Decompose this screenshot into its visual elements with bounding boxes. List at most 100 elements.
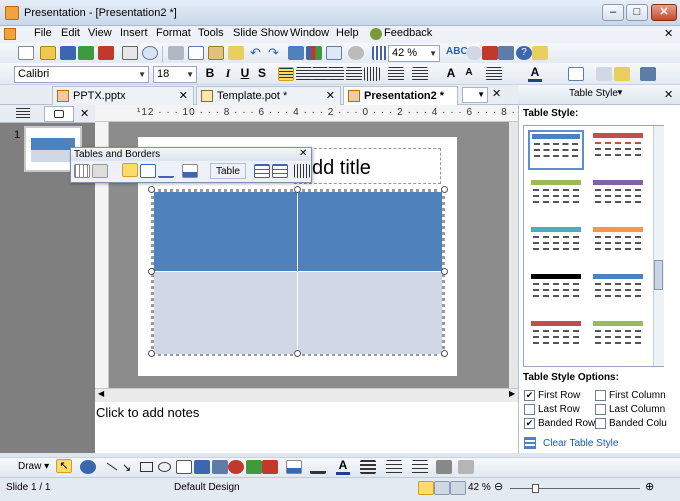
spellcheck-icon[interactable]: ABC: [446, 46, 468, 60]
bold-button[interactable]: B: [203, 66, 217, 80]
vertical-scrollbar[interactable]: [509, 122, 518, 388]
redo-icon[interactable]: ↷: [268, 46, 284, 60]
style-swatch-blue[interactable]: [528, 130, 584, 170]
pdf-icon[interactable]: [98, 46, 114, 60]
insert-chart-icon[interactable]: [306, 46, 322, 60]
outline-view-icon[interactable]: [16, 108, 30, 120]
grid-icon[interactable]: [372, 46, 388, 60]
resize-handle[interactable]: [441, 350, 448, 357]
draw-menu-button[interactable]: Draw ▾: [18, 461, 49, 472]
resize-handle[interactable]: [441, 268, 448, 275]
insert-row-icon[interactable]: [254, 164, 270, 178]
menu-window[interactable]: Window: [290, 27, 329, 39]
resize-handle[interactable]: [148, 268, 155, 275]
ellipse-icon[interactable]: [158, 462, 171, 472]
bullet-list-icon[interactable]: [412, 67, 428, 81]
slide-sorter-icon[interactable]: [434, 481, 450, 495]
zoom-slider-thumb[interactable]: [532, 484, 539, 493]
help-icon[interactable]: ?: [516, 46, 532, 60]
draw-table-icon[interactable]: [74, 164, 90, 178]
fill-color-icon[interactable]: [182, 164, 198, 178]
export-icon[interactable]: [78, 46, 94, 60]
maximize-button[interactable]: □: [626, 4, 648, 21]
dash-style-icon[interactable]: [386, 460, 402, 474]
font-name-combo[interactable]: Calibri ▼: [14, 66, 149, 83]
picture-icon[interactable]: [262, 460, 278, 474]
zoom-in-icon[interactable]: ⊕: [645, 480, 654, 493]
justify-icon[interactable]: [328, 67, 344, 81]
style-swatch-blue-outline[interactable]: [590, 271, 646, 311]
style-swatch-green[interactable]: [528, 177, 584, 217]
underline-button[interactable]: U: [238, 66, 252, 80]
menu-edit[interactable]: Edit: [61, 27, 80, 39]
tab-list-dropdown[interactable]: ▼: [462, 87, 488, 103]
italic-button[interactable]: I: [221, 66, 235, 81]
open-icon[interactable]: [40, 46, 56, 60]
close-task-pane-icon[interactable]: ✕: [664, 88, 673, 101]
print-icon[interactable]: [122, 46, 138, 60]
eraser-icon[interactable]: [92, 164, 108, 178]
shadow-button[interactable]: S: [255, 66, 269, 80]
first-row-checkbox[interactable]: ✔: [524, 390, 535, 401]
style-swatch-red-outline[interactable]: [528, 318, 584, 358]
menu-file[interactable]: File: [34, 27, 52, 39]
horizontal-scrollbar[interactable]: [95, 388, 518, 402]
line-spacing-icon[interactable]: [486, 67, 502, 81]
close-pane-icon[interactable]: ✕: [80, 107, 89, 120]
menu-help[interactable]: Help: [336, 27, 359, 39]
slides-view-tab[interactable]: [44, 106, 74, 122]
style-swatch-purple[interactable]: [590, 177, 646, 217]
style-swatch-aqua[interactable]: [528, 224, 584, 264]
undo-icon[interactable]: ↶: [250, 46, 266, 60]
table-style-icon[interactable]: [568, 67, 584, 81]
delete-row-icon[interactable]: [272, 164, 288, 178]
close-button[interactable]: ✕: [651, 4, 677, 21]
slideshow-view-icon[interactable]: [450, 481, 466, 495]
style-swatch-black[interactable]: [528, 271, 584, 311]
scroll-left-icon[interactable]: ◀: [98, 389, 104, 398]
distribute-icon[interactable]: [346, 67, 362, 81]
last-column-checkbox[interactable]: [595, 404, 606, 415]
slide-layout-icon[interactable]: [640, 67, 656, 81]
font-size-combo[interactable]: 18 ▼: [153, 66, 197, 83]
last-row-checkbox[interactable]: [524, 404, 535, 415]
menu-insert[interactable]: Insert: [120, 27, 148, 39]
home-icon[interactable]: [482, 46, 498, 60]
close-tab-icon[interactable]: ✕: [326, 89, 335, 102]
preview-icon[interactable]: [142, 46, 158, 60]
resize-handle[interactable]: [148, 350, 155, 357]
style-swatch-red[interactable]: [590, 130, 646, 170]
align-left-icon[interactable]: [278, 67, 294, 81]
rectangle-icon[interactable]: [140, 462, 153, 472]
clipart-icon[interactable]: [246, 460, 262, 474]
banded-rows-checkbox[interactable]: ✔: [524, 418, 535, 429]
resize-handle[interactable]: [294, 350, 301, 357]
grow-font-button[interactable]: A: [444, 66, 458, 80]
normal-view-icon[interactable]: [418, 481, 434, 495]
3d-icon[interactable]: [458, 460, 474, 474]
close-document-icon[interactable]: ✕: [664, 27, 673, 40]
arrow-style-icon[interactable]: [412, 460, 428, 474]
gallery-scroll-thumb[interactable]: [654, 260, 663, 290]
shadow-icon[interactable]: [436, 460, 452, 474]
paste-icon[interactable]: [208, 46, 224, 60]
tab-presentation2[interactable]: Presentation2 *: [343, 86, 458, 105]
zoom-combo[interactable]: 42 % ▼: [388, 45, 440, 62]
table-style-gallery[interactable]: [523, 125, 664, 367]
align-center-icon[interactable]: [296, 67, 312, 81]
new-icon[interactable]: [18, 46, 34, 60]
distribute-columns-icon[interactable]: [294, 164, 310, 178]
close-document-tab-icon[interactable]: ✕: [492, 87, 501, 100]
resize-handle[interactable]: [441, 186, 448, 193]
zoom-out-icon[interactable]: ⊖: [494, 480, 503, 493]
fill-bucket-icon[interactable]: [286, 460, 302, 474]
text-color-icon[interactable]: A: [336, 458, 350, 475]
text-box-icon[interactable]: [176, 460, 192, 474]
whats-this-icon[interactable]: [532, 46, 548, 60]
insert-image-icon[interactable]: [212, 460, 228, 474]
style-swatch-green-outline[interactable]: [590, 318, 646, 358]
format-painter-icon[interactable]: [228, 46, 244, 60]
close-tab-icon[interactable]: ✕: [179, 89, 188, 102]
align-right-icon[interactable]: [312, 67, 328, 81]
animation-icon[interactable]: [614, 67, 630, 81]
